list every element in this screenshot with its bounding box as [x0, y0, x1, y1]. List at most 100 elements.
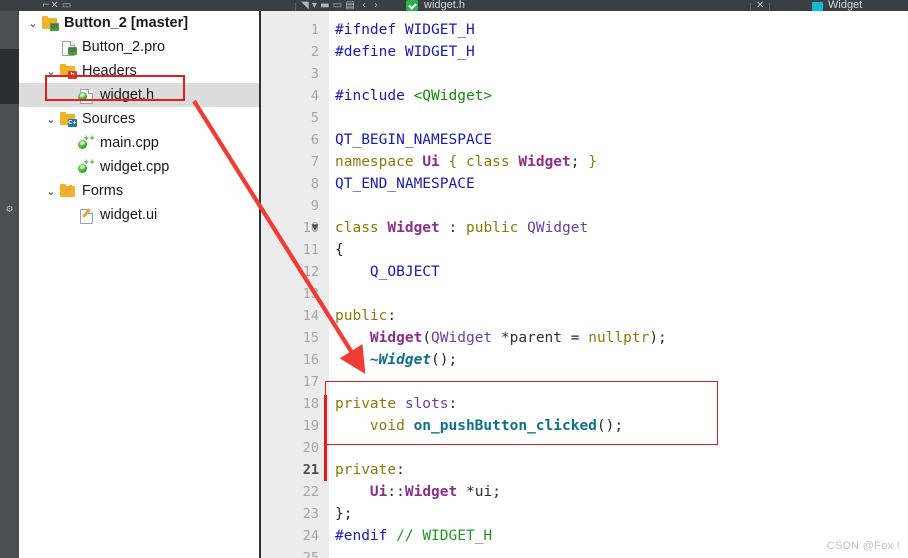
- code-line-4[interactable]: #include <QWidget>: [335, 85, 492, 107]
- code-line-8[interactable]: QT_END_NAMESPACE: [335, 173, 475, 195]
- tree-item-button-2-pro[interactable]: ·Qt Button_2.pro: [19, 35, 259, 59]
- chevron-spacer: ·: [61, 210, 77, 221]
- code-line-2[interactable]: #define WIDGET_H: [335, 41, 475, 63]
- code-token: ~Widget: [369, 352, 432, 368]
- tree-item-widget-ui[interactable]: · widget.ui: [19, 203, 259, 227]
- chevron-down-icon[interactable]: ⌄: [25, 18, 41, 29]
- code-token: public: [465, 220, 519, 236]
- gear-icon[interactable]: ⚙: [1, 206, 18, 215]
- close-icon[interactable]: ✕: [756, 1, 764, 11]
- code-token: public: [335, 308, 388, 324]
- code-token: {: [448, 154, 458, 170]
- code-token: *: [492, 330, 510, 346]
- qt-creator-window: ⌐✕ ▭ ◥ ▾ ▬ ▭ ▤ ‹ › widget.h ✕ Widget ⚙ ⌄…: [0, 0, 908, 558]
- line-number-5: 5: [310, 110, 319, 126]
- code-token: Q_OBJECT: [369, 264, 440, 280]
- tree-item-main-cpp[interactable]: ·++ main.cpp: [19, 131, 259, 155]
- chevron-down-icon[interactable]: ⌄: [43, 66, 59, 77]
- chevron-spacer: ·: [61, 90, 77, 101]
- tree-item-label: widget.cpp: [100, 159, 170, 175]
- code-line-7[interactable]: namespace Ui { class Widget; }: [335, 151, 597, 173]
- toolbar-left-glyphs[interactable]: ⌐✕ ▭: [42, 1, 71, 11]
- code-line-10[interactable]: class Widget : public QWidget: [335, 217, 588, 239]
- code-line-15[interactable]: Widget(QWidget *parent = nullptr);: [335, 327, 667, 349]
- code-token: :: [439, 220, 466, 236]
- code-token: class: [335, 220, 379, 236]
- tree-item-label: main.cpp: [100, 135, 159, 151]
- code-line-6[interactable]: QT_BEGIN_NAMESPACE: [335, 129, 492, 151]
- tree-item-widget-cpp[interactable]: ·++ widget.cpp: [19, 155, 259, 179]
- nav-forward-button[interactable]: ›: [374, 1, 378, 11]
- code-token: ();: [431, 352, 458, 368]
- editor-gutter[interactable]: 1 2 3 4 5 6 7 8 9 10 ▼ 11 12 13 14 15 16 17 18 19 20 21 22 23 24…: [261, 11, 329, 558]
- chevron-down-icon[interactable]: ⌄: [43, 114, 59, 125]
- code-line-21[interactable]: private:: [335, 459, 405, 481]
- code-line-16[interactable]: ~Widget();: [335, 349, 457, 371]
- code-token: #endif: [335, 528, 388, 544]
- code-line-11[interactable]: {: [335, 239, 344, 261]
- code-line-14[interactable]: public:: [335, 305, 396, 327]
- tree-item-label: Button_2 [master]: [64, 15, 189, 31]
- line-number-24: 24: [302, 528, 319, 544]
- code-line-24[interactable]: #endif // WIDGET_H: [335, 525, 492, 547]
- nav-back-button[interactable]: ‹: [362, 1, 366, 11]
- class-symbol-icon: [812, 2, 823, 11]
- activity-rail[interactable]: ⚙: [0, 11, 19, 558]
- code-line-1[interactable]: #ifndef WIDGET_H: [335, 19, 475, 41]
- code-token: #ifndef: [335, 22, 397, 38]
- chevron-spacer: ·: [43, 42, 59, 53]
- file-cpp-icon: ++: [77, 135, 95, 151]
- chevron-down-icon[interactable]: ⌄: [43, 186, 59, 197]
- editor-tab-label[interactable]: widget.h: [424, 0, 465, 11]
- code-token: *: [457, 484, 475, 500]
- code-line-22[interactable]: Ui::Widget *ui;: [335, 481, 501, 503]
- tree-item-label: Sources: [82, 111, 136, 127]
- line-number-7: 7: [310, 154, 319, 170]
- fold-toggle-icon[interactable]: ▼: [309, 217, 321, 239]
- tree-item-widget-h[interactable]: · widget.h: [19, 83, 259, 107]
- tree-item-button-2-master-[interactable]: ⌄ Qt Button_2 [master]: [19, 11, 259, 35]
- tree-item-label: widget.ui: [100, 207, 158, 223]
- line-number-13: 13: [302, 286, 319, 302]
- code-token: ();: [596, 418, 624, 434]
- line-number-17: 17: [302, 374, 319, 390]
- toolbar-mid-glyphs[interactable]: ◥ ▾ ▬ ▭ ▤: [301, 1, 355, 11]
- file-h-icon: [77, 87, 95, 104]
- code-token: Widget: [369, 330, 423, 346]
- tree-item-headers[interactable]: ⌄ h Headers: [19, 59, 259, 83]
- code-token: QT_END_NAMESPACE: [335, 176, 475, 192]
- line-number-14: 14: [302, 308, 319, 324]
- symbol-dropdown-label[interactable]: Widget: [828, 0, 862, 11]
- code-token: Widget: [404, 484, 458, 500]
- change-marker-bar: [324, 395, 327, 481]
- project-tree[interactable]: ⌄QtButton_2 [master]·QtButton_2.pro⌄hHea…: [19, 11, 259, 558]
- editor-code-area[interactable]: #ifndef WIDGET_H #define WIDGET_H #include…: [329, 11, 908, 558]
- code-line-23[interactable]: };: [335, 503, 352, 525]
- top-toolbar: ⌐✕ ▭ ◥ ▾ ▬ ▭ ▤ ‹ › widget.h ✕ Widget: [0, 0, 908, 11]
- code-token: };: [335, 506, 353, 522]
- line-number-19: 19: [302, 418, 319, 434]
- code-line-12[interactable]: Q_OBJECT: [335, 261, 440, 283]
- tree-item-sources[interactable]: ⌄ C+ Sources: [19, 107, 259, 131]
- line-number-11: 11: [302, 242, 319, 258]
- code-token: Widget: [387, 220, 440, 236]
- line-number-18: 18: [302, 396, 319, 412]
- code-line-19[interactable]: void on_pushButton_clicked();: [335, 415, 623, 437]
- code-editor[interactable]: 1 2 3 4 5 6 7 8 9 10 ▼ 11 12 13 14 15 16 17 18 19 20 21 22 23 24…: [261, 11, 908, 558]
- tree-item-forms[interactable]: ⌄ Forms: [19, 179, 259, 203]
- file-ok-icon: [406, 0, 418, 11]
- code-line-18[interactable]: private slots:: [335, 393, 457, 415]
- code-token: Widget: [518, 154, 571, 170]
- folder-qt-icon: Qt: [41, 15, 59, 31]
- code-token: <QWidget>: [413, 88, 493, 104]
